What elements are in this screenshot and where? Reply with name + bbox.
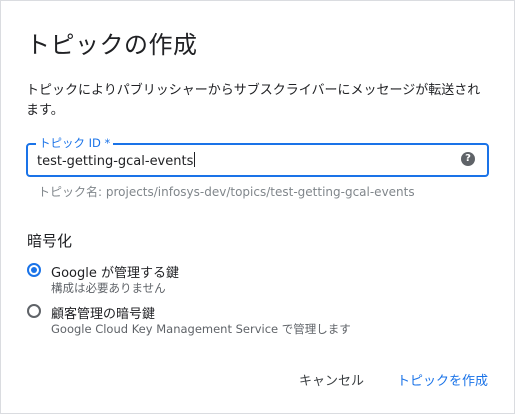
radio-unchecked-icon[interactable] — [27, 304, 41, 318]
radio-google-managed-label: Google が管理する鍵 — [51, 266, 179, 281]
radio-customer-managed-sublabel: Google Cloud Key Management Service で管理し… — [51, 322, 351, 336]
radio-customer-managed-label: 顧客管理の暗号鍵 — [51, 307, 156, 322]
help-circle-icon[interactable]: ? — [461, 152, 475, 166]
topic-id-label: トピック ID * — [36, 136, 114, 150]
radio-checked-icon[interactable] — [27, 263, 41, 277]
topic-id-input[interactable]: test-getting-gcal-events — [37, 152, 196, 170]
text-caret — [194, 152, 196, 167]
create-topic-button[interactable]: トピックを作成 — [397, 370, 488, 389]
encryption-title: 暗号化 — [27, 232, 73, 250]
create-topic-dialog: トピックの作成 トピックによりパブリッシャーからサブスクライバーにメッセージが転… — [0, 0, 515, 414]
radio-google-managed-sublabel: 構成は必要ありません — [51, 281, 166, 295]
cancel-button[interactable]: キャンセル — [299, 370, 364, 389]
topic-id-field[interactable]: トピック ID * test-getting-gcal-events ? — [26, 136, 489, 177]
topic-name-hint: トピック名: projects/infosys-dev/topics/test-… — [38, 185, 415, 199]
dialog-description: トピックによりパブリッシャーからサブスクライバーにメッセージが転送されます。 — [26, 83, 481, 118]
dialog-title: トピックの作成 — [26, 31, 198, 59]
topic-id-value: test-getting-gcal-events — [37, 154, 194, 169]
